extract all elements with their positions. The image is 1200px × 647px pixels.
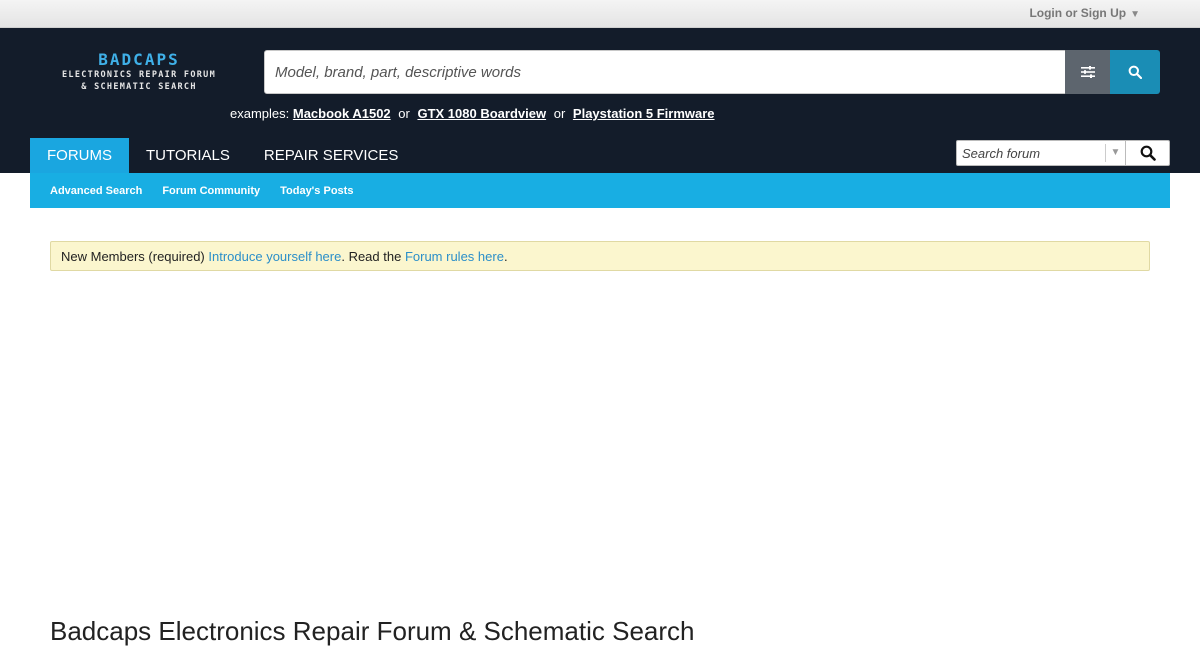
tab-repair-services[interactable]: REPAIR SERVICES	[247, 138, 416, 173]
example-link-macbook[interactable]: Macbook A1502	[293, 106, 391, 121]
new-members-notice: New Members (required) Introduce yoursel…	[50, 241, 1150, 271]
notice-text-2: . Read the	[341, 248, 405, 264]
notice-text-3: .	[503, 248, 508, 264]
login-signup-label[interactable]: Login or Sign Up	[1029, 6, 1126, 20]
tab-forums[interactable]: FORUMS	[30, 138, 129, 173]
main-search-input[interactable]	[264, 50, 1066, 94]
site-logo[interactable]: BADCAPS ELECTRONICS REPAIR FORUM & SCHEM…	[46, 51, 232, 93]
sliders-icon	[1080, 66, 1095, 78]
search-filters-button[interactable]	[1065, 50, 1110, 94]
examples-separator: or	[553, 106, 566, 121]
login-signup-menu[interactable]: Login or Sign Up ▼	[1029, 6, 1140, 20]
caret-down-icon[interactable]: ▼	[1130, 9, 1140, 20]
forum-rules-link[interactable]: Forum rules here	[405, 249, 504, 264]
main-nav: FORUMS TUTORIALS REPAIR SERVICES	[30, 138, 415, 173]
search-icon	[1128, 65, 1142, 79]
examples-prefix: examples:	[230, 106, 290, 121]
sub-nav: Advanced Search Forum Community Today's …	[30, 173, 1170, 208]
logo-tagline-1: ELECTRONICS REPAIR FORUM	[61, 70, 217, 80]
subnav-todays-posts[interactable]: Today's Posts	[280, 185, 353, 197]
introduce-yourself-link[interactable]: Introduce yourself here	[208, 249, 341, 264]
forum-search-box: ▼	[956, 140, 1170, 166]
forum-search-button[interactable]	[1125, 141, 1169, 165]
site-header: BADCAPS ELECTRONICS REPAIR FORUM & SCHEM…	[0, 28, 1200, 173]
subnav-forum-community[interactable]: Forum Community	[162, 185, 260, 197]
subnav-advanced-search[interactable]: Advanced Search	[50, 185, 142, 197]
main-search-button[interactable]	[1110, 50, 1160, 94]
logo-tagline-2: & SCHEMATIC SEARCH	[81, 82, 197, 92]
logo-brand: BADCAPS	[98, 50, 180, 69]
example-link-playstation[interactable]: Playstation 5 Firmware	[573, 106, 715, 121]
chevron-down-icon[interactable]: ▼	[1105, 144, 1125, 162]
example-link-gtx[interactable]: GTX 1080 Boardview	[417, 106, 546, 121]
notice-text-1: New Members (required)	[61, 248, 209, 264]
page-title: Badcaps Electronics Repair Forum & Schem…	[50, 616, 695, 646]
search-examples: examples: Macbook A1502 or GTX 1080 Boar…	[230, 106, 715, 121]
search-icon	[1140, 145, 1156, 161]
top-utility-bar: Login or Sign Up ▼	[0, 0, 1200, 28]
examples-separator: or	[398, 106, 410, 121]
tab-tutorials[interactable]: TUTORIALS	[129, 138, 247, 173]
forum-search-input[interactable]	[957, 141, 1107, 165]
